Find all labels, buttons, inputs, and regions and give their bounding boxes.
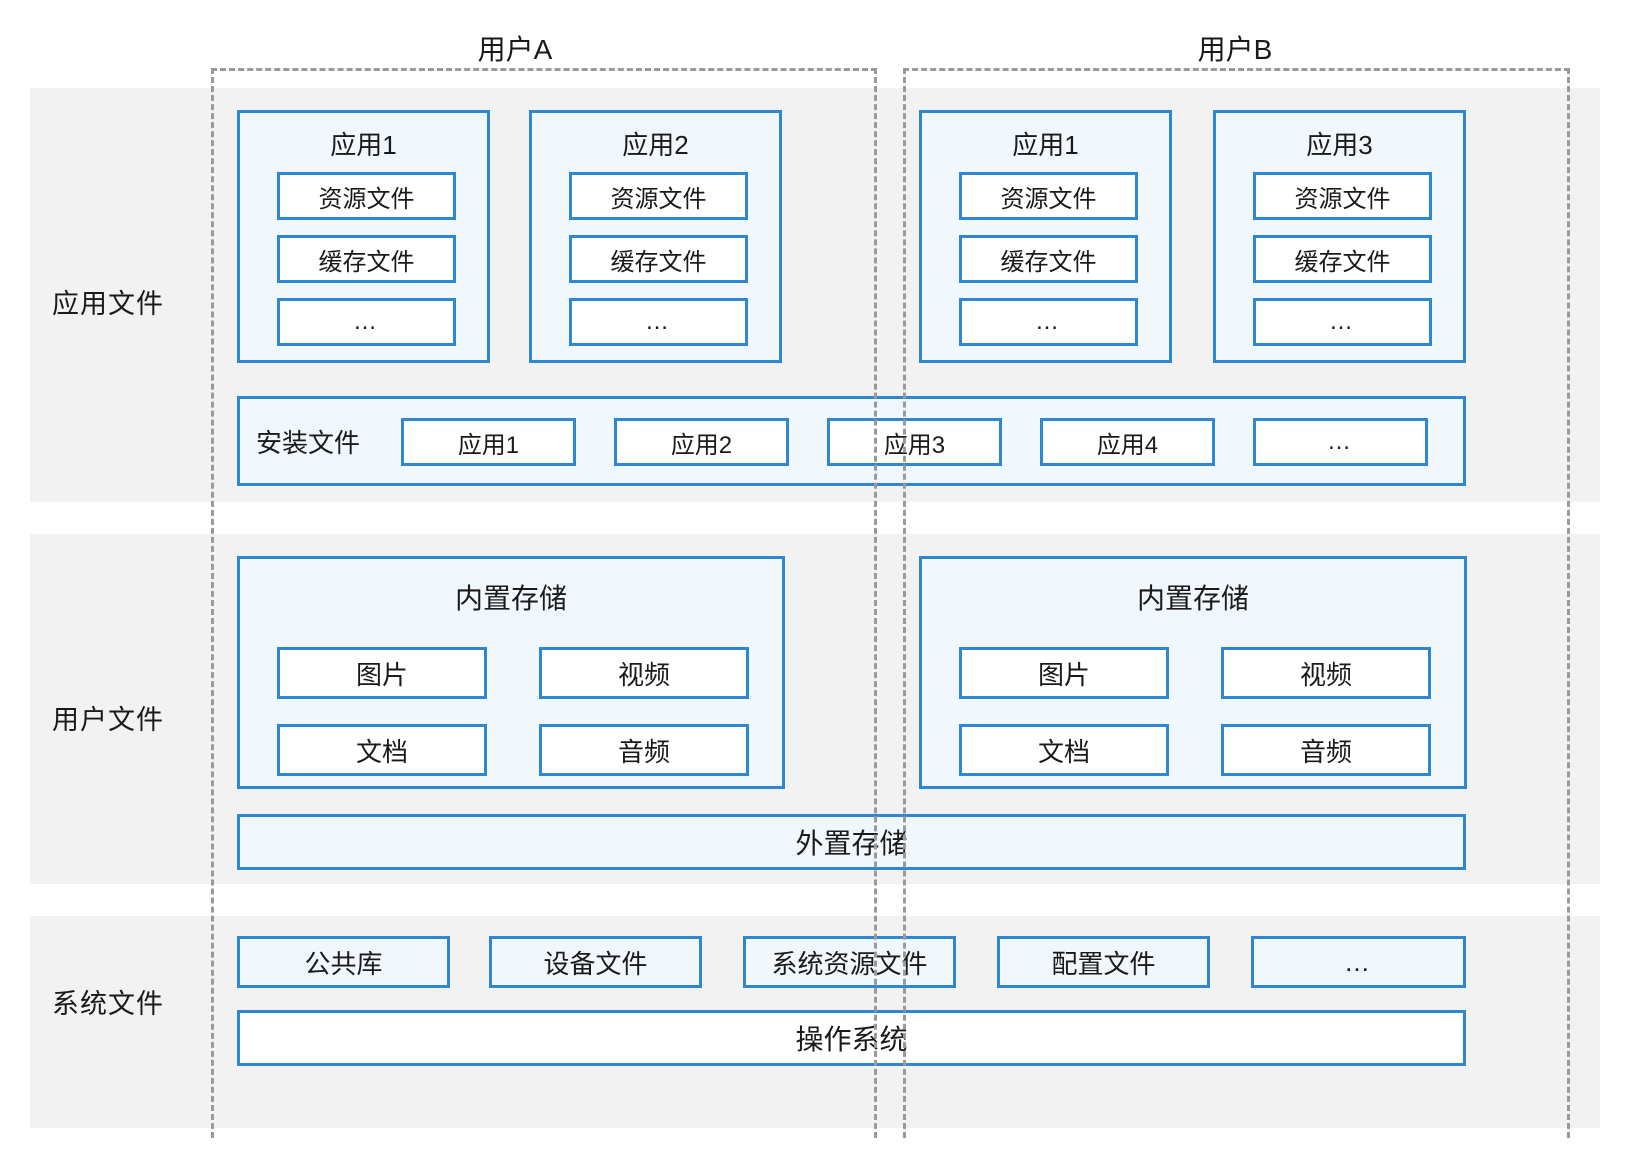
app-card-title: 应用1	[330, 130, 397, 160]
install-files-label: 安装文件	[256, 427, 361, 458]
user-a-title: 用户A	[477, 34, 553, 65]
storage-item-label: 音频	[1299, 736, 1352, 767]
app-item-label: 资源文件	[610, 185, 707, 213]
diagram-canvas: 应用文件 用户文件 系统文件 应用1 资源文件 缓存文件 … 应用2 资源文件 …	[0, 0, 1635, 1167]
row-label-user-files: 用户文件	[52, 705, 164, 735]
app-item-label: 资源文件	[1000, 185, 1097, 213]
storage-item-label: 文档	[1037, 736, 1090, 767]
row-label-system-files: 系统文件	[52, 989, 164, 1019]
app-card-title: 应用2	[622, 130, 689, 160]
system-item-label: 公共库	[304, 948, 383, 979]
internal-storage-title: 内置存储	[1136, 583, 1249, 614]
app-item-label: …	[353, 308, 380, 335]
storage-item-videos[interactable]: 视频	[539, 647, 749, 699]
app-item-resource[interactable]: 资源文件	[569, 172, 748, 220]
app-item-resource[interactable]: 资源文件	[959, 172, 1138, 220]
operating-system-label: 操作系统	[795, 1024, 908, 1055]
app-item-more[interactable]: …	[277, 298, 456, 346]
user-b-title: 用户B	[1197, 34, 1273, 65]
app-item-label: 资源文件	[1294, 185, 1391, 213]
app-card-title: 应用3	[1306, 130, 1373, 160]
app-item-label: 缓存文件	[318, 248, 415, 276]
storage-item-label: 视频	[617, 659, 670, 690]
row-label-app-files: 应用文件	[52, 289, 164, 319]
internal-storage-title: 内置存储	[454, 583, 567, 614]
system-item-label: …	[1344, 946, 1373, 977]
app-item-cache[interactable]: 缓存文件	[1253, 235, 1432, 283]
app-card-b1[interactable]: 应用1 资源文件 缓存文件 …	[919, 110, 1172, 363]
app-item-cache[interactable]: 缓存文件	[569, 235, 748, 283]
app-item-more[interactable]: …	[959, 298, 1138, 346]
app-item-label: 缓存文件	[610, 248, 707, 276]
internal-storage-a: 内置存储 图片 视频 文档 音频	[237, 556, 785, 789]
internal-storage-b: 内置存储 图片 视频 文档 音频	[919, 556, 1467, 789]
storage-item-label: 图片	[355, 659, 408, 690]
external-storage[interactable]: 外置存储	[237, 814, 1466, 870]
install-item-app3[interactable]: 应用3	[827, 418, 1002, 466]
app-item-label: …	[645, 308, 672, 335]
storage-item-documents[interactable]: 文档	[959, 724, 1169, 776]
app-card-b3[interactable]: 应用3 资源文件 缓存文件 …	[1213, 110, 1466, 363]
install-item-label: 应用2	[670, 431, 733, 459]
storage-item-videos[interactable]: 视频	[1221, 647, 1431, 699]
storage-item-photos[interactable]: 图片	[277, 647, 487, 699]
app-item-label: …	[1035, 308, 1062, 335]
storage-item-label: 图片	[1037, 659, 1090, 690]
system-item-config-files[interactable]: 配置文件	[997, 936, 1210, 988]
app-item-label: 缓存文件	[1294, 248, 1391, 276]
system-item-public-lib[interactable]: 公共库	[237, 936, 450, 988]
system-item-label: 设备文件	[543, 948, 648, 979]
app-item-more[interactable]: …	[1253, 298, 1432, 346]
storage-item-label: 视频	[1299, 659, 1352, 690]
app-card-a2[interactable]: 应用2 资源文件 缓存文件 …	[529, 110, 782, 363]
app-item-resource[interactable]: 资源文件	[1253, 172, 1432, 220]
storage-item-documents[interactable]: 文档	[277, 724, 487, 776]
app-item-label: 缓存文件	[1000, 248, 1097, 276]
storage-item-label: 文档	[355, 736, 408, 767]
operating-system-box[interactable]: 操作系统	[237, 1010, 1466, 1066]
install-item-label: 应用1	[457, 431, 520, 459]
app-item-cache[interactable]: 缓存文件	[277, 235, 456, 283]
app-item-label: 资源文件	[318, 185, 415, 213]
install-item-app4[interactable]: 应用4	[1040, 418, 1215, 466]
system-item-more[interactable]: …	[1251, 936, 1466, 988]
install-item-label: 应用4	[1096, 431, 1159, 459]
install-item-more[interactable]: …	[1253, 418, 1428, 466]
storage-item-audio[interactable]: 音频	[1221, 724, 1431, 776]
app-card-title: 应用1	[1012, 130, 1079, 160]
storage-item-photos[interactable]: 图片	[959, 647, 1169, 699]
install-item-app2[interactable]: 应用2	[614, 418, 789, 466]
storage-item-audio[interactable]: 音频	[539, 724, 749, 776]
install-item-label: …	[1327, 428, 1354, 455]
system-item-device-files[interactable]: 设备文件	[489, 936, 702, 988]
app-item-resource[interactable]: 资源文件	[277, 172, 456, 220]
app-card-a1[interactable]: 应用1 资源文件 缓存文件 …	[237, 110, 490, 363]
storage-item-label: 音频	[617, 736, 670, 767]
install-item-label: 应用3	[883, 431, 946, 459]
app-item-cache[interactable]: 缓存文件	[959, 235, 1138, 283]
app-item-label: …	[1329, 308, 1356, 335]
system-item-label: 系统资源文件	[771, 948, 928, 979]
app-item-more[interactable]: …	[569, 298, 748, 346]
system-item-label: 配置文件	[1051, 948, 1156, 979]
system-item-system-resources[interactable]: 系统资源文件	[743, 936, 956, 988]
install-item-app1[interactable]: 应用1	[401, 418, 576, 466]
external-storage-label: 外置存储	[795, 828, 908, 859]
install-files-container: 安装文件 应用1 应用2 应用3 应用4 …	[237, 396, 1466, 486]
